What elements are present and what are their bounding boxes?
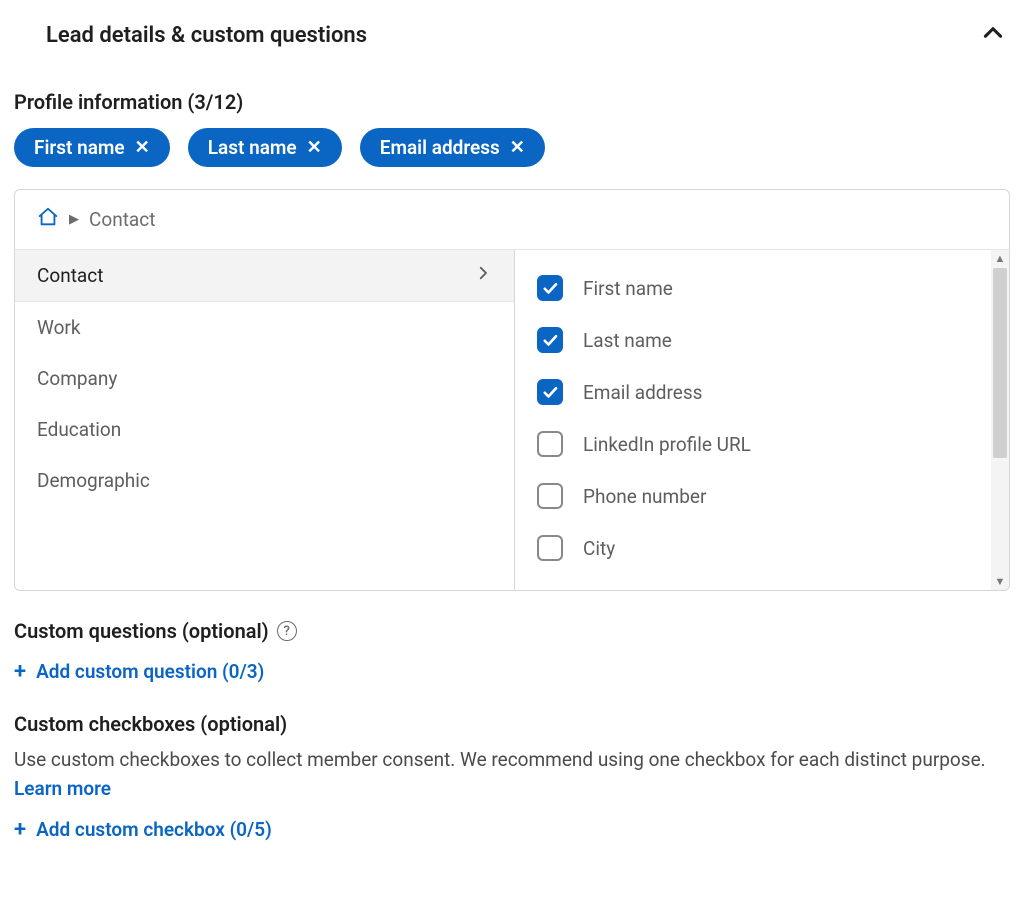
field-row: LinkedIn profile URL [533,418,997,470]
category-column: Contact Work Company Education Demographic [15,250,515,590]
selector-body: Contact Work Company Education Demographic F… [15,250,1009,590]
category-label: Work [37,316,80,339]
selected-field-pill: Email address ✕ [360,128,545,167]
pill-label: First name [34,136,125,159]
category-item[interactable]: Company [15,353,514,404]
chevron-right-icon [474,264,492,287]
category-item[interactable]: Work [15,302,514,353]
custom-checkboxes-description-text: Use custom checkboxes to collect member … [14,748,986,771]
category-label: Contact [37,264,103,287]
field-column: First name Last name Email address LinkedIn… [515,250,1009,590]
field-checkbox[interactable] [537,275,563,301]
section-header[interactable]: Lead details & custom questions [14,12,1010,68]
close-icon[interactable]: ✕ [307,137,322,158]
add-custom-checkbox-label: Add custom checkbox (0/5) [36,818,272,841]
add-custom-question-label: Add custom question (0/3) [36,660,264,683]
custom-questions-block: Custom questions (optional) ? + Add cust… [14,619,1010,690]
category-label: Demographic [37,469,150,492]
home-icon[interactable] [37,206,59,233]
breadcrumb-current: Contact [89,208,155,231]
category-label: Education [37,418,121,441]
field-label: Email address [583,381,702,404]
plus-icon: + [14,817,26,842]
category-item[interactable]: Education [15,404,514,455]
selected-field-pill: Last name ✕ [188,128,342,167]
close-icon[interactable]: ✕ [510,137,525,158]
selected-fields-pills: First name ✕ Last name ✕ Email address ✕ [14,128,1010,167]
custom-checkboxes-block: Custom checkboxes (optional) Use custom … [14,712,1010,848]
scrollbar-thumb[interactable] [993,268,1007,458]
field-selector-panel: ▶ Contact Contact Work Company Education Dem… [14,189,1010,591]
field-checkbox[interactable] [537,379,563,405]
chevron-up-icon[interactable] [980,20,1006,50]
field-label: Phone number [583,485,706,508]
category-item[interactable]: Demographic [15,455,514,506]
custom-checkboxes-heading: Custom checkboxes (optional) [14,712,1010,736]
scroll-up-arrow-icon[interactable]: ▲ [995,250,1006,267]
breadcrumb-separator-icon: ▶ [69,212,79,227]
field-row: Phone number [533,470,997,522]
category-label: Company [37,367,117,390]
category-item[interactable]: Contact [15,250,514,302]
section-title: Lead details & custom questions [46,23,367,48]
pill-label: Email address [380,136,500,159]
field-checkbox[interactable] [537,535,563,561]
scroll-down-arrow-icon[interactable]: ▼ [995,573,1006,590]
custom-questions-heading: Custom questions (optional) ? [14,619,1010,643]
field-label: City [583,537,615,560]
field-row: Last name [533,314,997,366]
selected-field-pill: First name ✕ [14,128,170,167]
field-label: Last name [583,329,672,352]
add-custom-checkbox-button[interactable]: + Add custom checkbox (0/5) [14,811,272,848]
profile-info-heading: Profile information (3/12) [14,90,1010,114]
plus-icon: + [14,659,26,684]
field-label: LinkedIn profile URL [583,433,751,456]
close-icon[interactable]: ✕ [135,137,150,158]
field-row: Email address [533,366,997,418]
custom-checkboxes-description: Use custom checkboxes to collect member … [14,746,1010,803]
field-row: First name [533,262,997,314]
pill-label: Last name [208,136,297,159]
field-checkbox[interactable] [537,327,563,353]
custom-questions-heading-text: Custom questions (optional) [14,619,269,643]
help-icon[interactable]: ? [277,621,297,641]
learn-more-link[interactable]: Learn more [14,777,111,800]
field-checkbox[interactable] [537,431,563,457]
field-label: First name [583,277,673,300]
add-custom-question-button[interactable]: + Add custom question (0/3) [14,653,264,690]
scrollbar[interactable]: ▲ ▼ [991,250,1009,590]
custom-checkboxes-heading-text: Custom checkboxes (optional) [14,712,287,736]
field-checkbox[interactable] [537,483,563,509]
breadcrumb: ▶ Contact [15,190,1009,250]
field-row: City [533,522,997,574]
